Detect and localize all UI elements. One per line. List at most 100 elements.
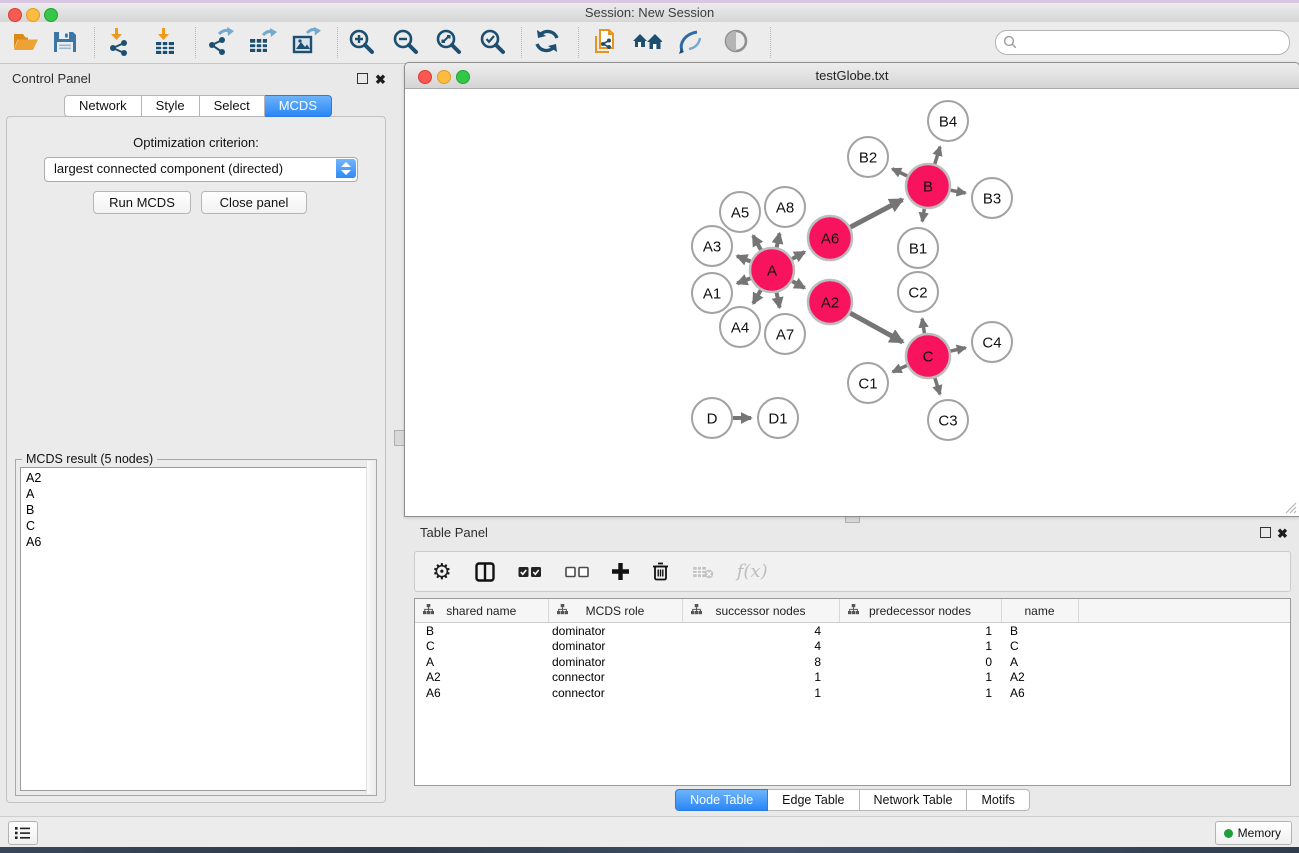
node-A6[interactable]: A6	[808, 216, 852, 260]
table-row[interactable]: Adominator80A	[415, 654, 1290, 670]
table-cell[interactable]: C	[1001, 639, 1078, 655]
edge-C-C3[interactable]	[935, 378, 940, 394]
table-cell[interactable]: C	[415, 639, 548, 655]
export-network-icon[interactable]	[205, 27, 235, 57]
control-panel-close-icon[interactable]: ✖	[375, 73, 386, 86]
tab-node-table[interactable]: Node Table	[675, 789, 768, 811]
node-B4[interactable]: B4	[928, 101, 968, 141]
node-C2[interactable]: C2	[898, 272, 938, 312]
edge-A2-C[interactable]	[850, 313, 902, 342]
zoom-in-icon[interactable]	[347, 27, 377, 57]
node-A4[interactable]: A4	[720, 307, 760, 347]
node-A[interactable]: A	[750, 248, 794, 292]
mcds-result-list[interactable]: A2ABCA6	[20, 467, 372, 791]
refresh-icon[interactable]	[533, 27, 563, 57]
table-cell[interactable]: 1	[839, 639, 1001, 655]
tab-edge-table[interactable]: Edge Table	[768, 789, 859, 811]
table-cell[interactable]: B	[415, 623, 548, 639]
zoom-fit-icon[interactable]	[434, 27, 464, 57]
edge-A-A1[interactable]	[737, 278, 750, 283]
edge-A-A8[interactable]	[777, 233, 780, 247]
search-input[interactable]	[995, 30, 1290, 55]
column-header-successor-nodes[interactable]: successor nodes	[682, 599, 839, 623]
table-cell[interactable]: connector	[548, 685, 682, 701]
column-header-MCDS-role[interactable]: MCDS role	[548, 599, 682, 623]
table-cell[interactable]: A2	[415, 670, 548, 686]
show-hide-icon[interactable]	[721, 27, 751, 57]
tab-select[interactable]: Select	[200, 95, 265, 117]
node-A1[interactable]: A1	[692, 273, 732, 313]
column-header-shared-name[interactable]: shared name	[415, 599, 548, 623]
edge-A-A3[interactable]	[737, 256, 751, 261]
node-B[interactable]: B	[906, 164, 950, 208]
tab-style[interactable]: Style	[142, 95, 200, 117]
mcds-result-item[interactable]: C	[21, 518, 371, 534]
tab-network-table[interactable]: Network Table	[860, 789, 968, 811]
add-column-icon[interactable]	[612, 563, 629, 580]
table-cell[interactable]: A6	[1001, 685, 1078, 701]
table-row[interactable]: A6connector11A6	[415, 685, 1290, 701]
edge-B-B1[interactable]	[922, 209, 924, 222]
table-cell[interactable]: dominator	[548, 639, 682, 655]
delete-table-icon[interactable]	[692, 565, 714, 579]
table-settings-icon[interactable]: ⚙	[432, 561, 452, 583]
open-session-icon[interactable]	[11, 27, 41, 57]
zoom-out-icon[interactable]	[391, 27, 421, 57]
table-cell[interactable]: 4	[682, 623, 839, 639]
node-A3[interactable]: A3	[692, 226, 732, 266]
result-scrollbar[interactable]	[366, 461, 375, 794]
deselect-all-icon[interactable]	[565, 566, 589, 578]
import-table-icon[interactable]	[151, 27, 181, 57]
show-columns-icon[interactable]	[475, 562, 495, 582]
table-cell[interactable]: dominator	[548, 654, 682, 670]
control-panel-float-icon[interactable]	[357, 73, 368, 84]
table-row[interactable]: A2connector11A2	[415, 670, 1290, 686]
optimization-criterion-select[interactable]: largest connected component (directed)	[44, 157, 358, 182]
run-mcds-button[interactable]: Run MCDS	[93, 191, 191, 214]
task-history-button[interactable]	[8, 821, 38, 845]
edge-A-A7[interactable]	[777, 293, 780, 308]
node-C3[interactable]: C3	[928, 400, 968, 440]
node-A2[interactable]: A2	[808, 280, 852, 324]
edge-A-A6[interactable]	[792, 252, 804, 259]
column-header-name[interactable]: name	[1001, 599, 1078, 623]
home-icon[interactable]	[632, 27, 662, 57]
node-B3[interactable]: B3	[972, 178, 1012, 218]
node-C4[interactable]: C4	[972, 322, 1012, 362]
table-row[interactable]: Cdominator41C	[415, 639, 1290, 655]
node-D1[interactable]: D1	[758, 398, 798, 438]
table-cell[interactable]: 1	[682, 670, 839, 686]
table-cell[interactable]: A	[1001, 654, 1078, 670]
export-table-icon[interactable]	[247, 27, 277, 57]
node-D[interactable]: D	[692, 398, 732, 438]
table-header-row[interactable]: shared nameMCDS rolesuccessor nodesprede…	[415, 599, 1290, 623]
delete-column-icon[interactable]	[652, 562, 669, 581]
table-cell[interactable]: A6	[415, 685, 548, 701]
annotations-icon[interactable]	[675, 27, 705, 57]
table-cell[interactable]: 0	[839, 654, 1001, 670]
edge-C-C1[interactable]	[893, 365, 907, 371]
column-header-predecessor-nodes[interactable]: predecessor nodes	[839, 599, 1001, 623]
table-cell[interactable]: B	[1001, 623, 1078, 639]
table-cell[interactable]: A	[415, 654, 548, 670]
network-window-titlebar[interactable]: testGlobe.txt	[405, 63, 1299, 89]
edge-C-C4[interactable]	[950, 348, 965, 351]
table-cell[interactable]: A2	[1001, 670, 1078, 686]
close-panel-button[interactable]: Close panel	[201, 191, 307, 214]
table-cell[interactable]: connector	[548, 670, 682, 686]
table-cell[interactable]: 1	[682, 685, 839, 701]
mcds-result-item[interactable]: A2	[21, 470, 371, 486]
tab-network[interactable]: Network	[64, 95, 142, 117]
table-cell[interactable]: 4	[682, 639, 839, 655]
edge-A-A4[interactable]	[753, 290, 761, 303]
edge-B-B4[interactable]	[935, 147, 940, 164]
edge-B-B3[interactable]	[951, 190, 966, 193]
network-canvas[interactable]: B4B2BB3A5A8A6B1A3AA1C2A2A4A7C4CC1C3DD1	[406, 89, 1298, 515]
import-network-icon[interactable]	[105, 27, 135, 57]
network-graph[interactable]: B4B2BB3A5A8A6B1A3AA1C2A2A4A7C4CC1C3DD1	[406, 89, 1298, 515]
table-row[interactable]: Bdominator41B	[415, 623, 1290, 639]
mcds-result-item[interactable]: A6	[21, 534, 371, 550]
tab-mcds[interactable]: MCDS	[265, 95, 332, 117]
node-A7[interactable]: A7	[765, 314, 805, 354]
clone-network-icon[interactable]	[590, 27, 620, 57]
